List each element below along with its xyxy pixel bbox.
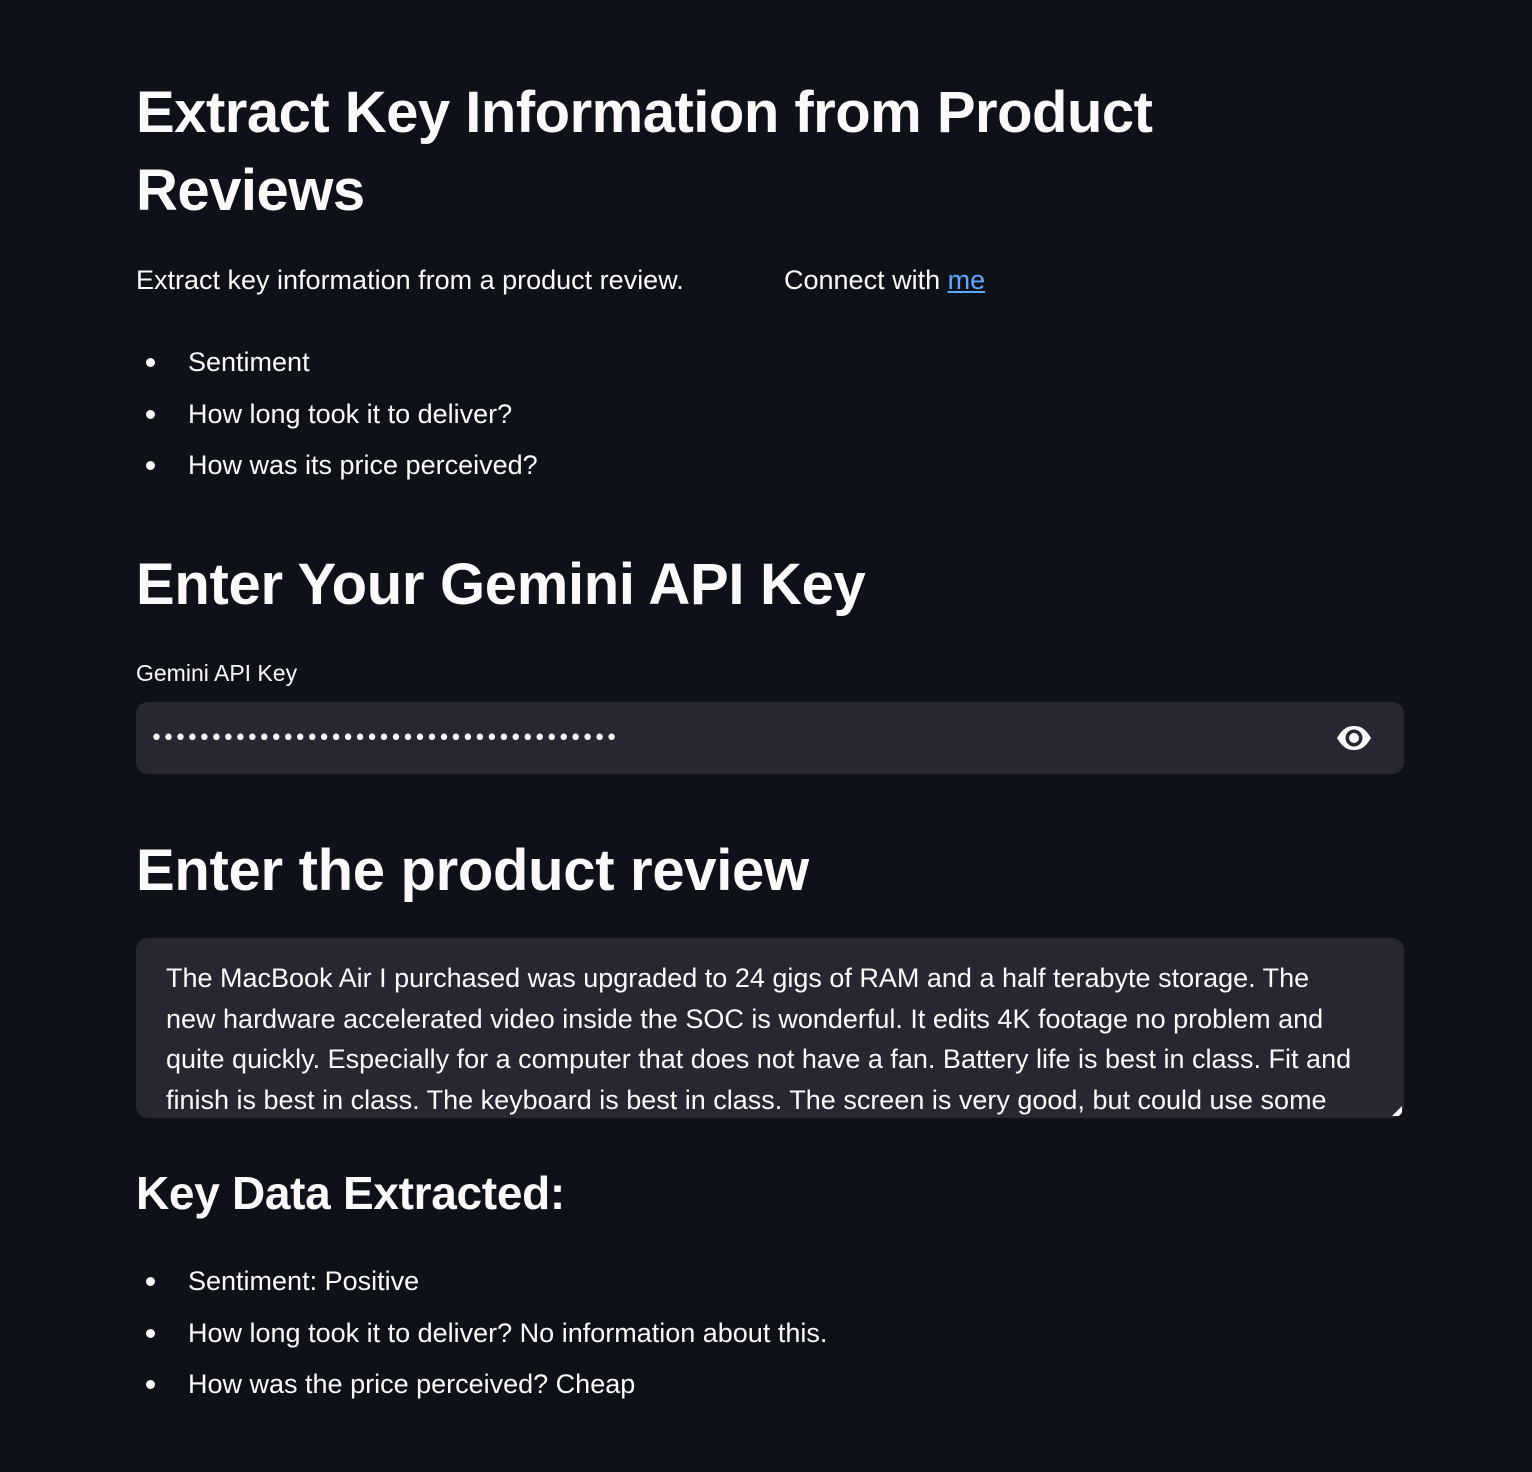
feature-item-delivery: How long took it to deliver? bbox=[146, 396, 538, 448]
api-key-field bbox=[136, 702, 1404, 774]
page-title: Extract Key Information from Product Rev… bbox=[136, 80, 1153, 223]
api-key-heading: Enter Your Gemini API Key bbox=[136, 552, 866, 617]
review-heading: Enter the product review bbox=[136, 838, 809, 903]
results-heading: Key Data Extracted: bbox=[136, 1167, 565, 1219]
connect-text: Connect with me bbox=[784, 262, 985, 298]
review-textarea[interactable]: The MacBook Air I purchased was upgraded… bbox=[136, 938, 1404, 1118]
results-list: Sentiment: Positive How long took it to … bbox=[136, 1263, 827, 1418]
show-password-button[interactable] bbox=[1334, 720, 1374, 756]
feature-item-price: How was its price perceived? bbox=[146, 447, 538, 499]
resize-handle-icon[interactable] bbox=[1392, 1106, 1402, 1116]
connect-link[interactable]: me bbox=[948, 265, 986, 295]
intro-row: Extract key information from a product r… bbox=[136, 262, 1404, 302]
intro-description: Extract key information from a product r… bbox=[136, 265, 684, 295]
app-page: Extract Key Information from Product Rev… bbox=[0, 0, 1532, 1472]
api-key-input[interactable] bbox=[150, 702, 1300, 774]
connect-prefix: Connect with bbox=[784, 265, 948, 295]
review-text: The MacBook Air I purchased was upgraded… bbox=[166, 963, 1352, 1115]
result-item-sentiment: Sentiment: Positive bbox=[145, 1263, 827, 1315]
result-item-price: How was the price perceived? Cheap bbox=[145, 1366, 827, 1418]
feature-item-sentiment: Sentiment bbox=[146, 344, 538, 396]
api-key-label: Gemini API Key bbox=[136, 660, 298, 686]
result-item-delivery: How long took it to deliver? No informat… bbox=[145, 1315, 827, 1367]
feature-list: Sentiment How long took it to deliver? H… bbox=[136, 344, 538, 499]
eye-icon bbox=[1337, 726, 1371, 750]
